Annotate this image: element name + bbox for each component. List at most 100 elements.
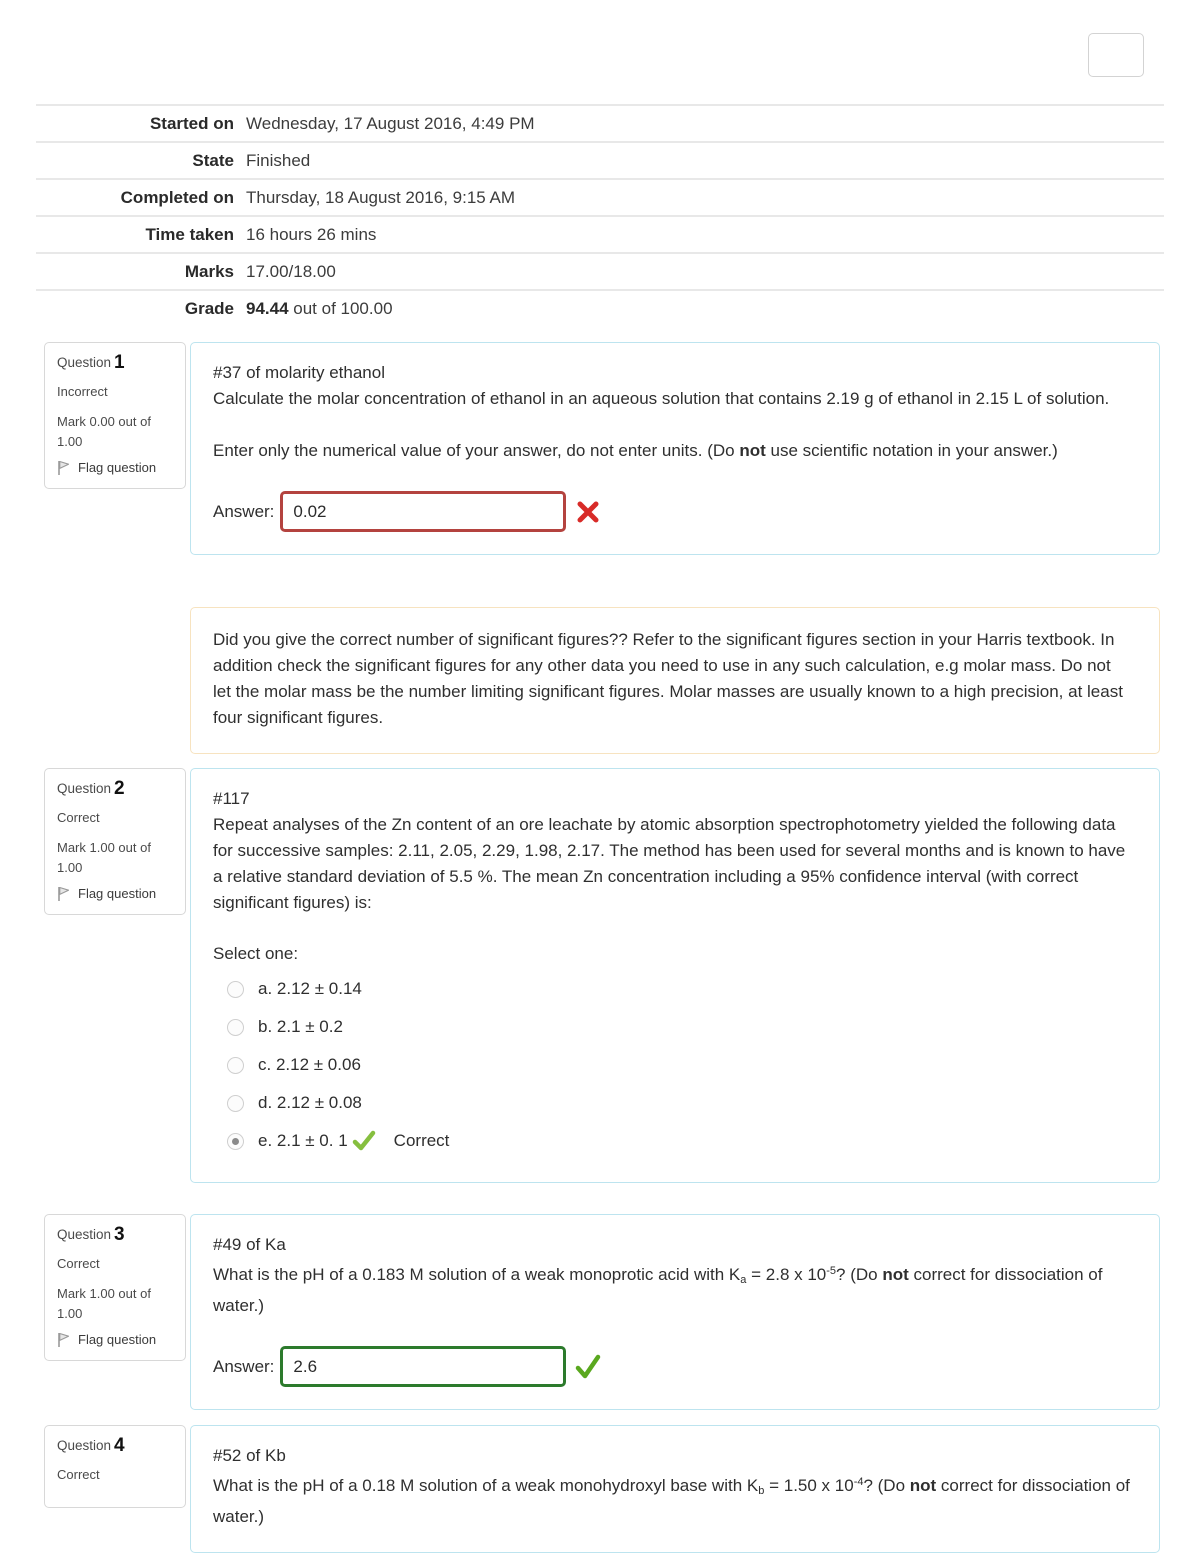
question-info-panel: Question 4 Correct xyxy=(44,1425,186,1508)
question-content: #49 of Ka What is the pH of a 0.183 M so… xyxy=(190,1214,1160,1410)
answer-label: Answer: xyxy=(213,1356,275,1376)
question-state: Correct xyxy=(57,1467,100,1482)
question-title: #37 of molarity ethanol xyxy=(213,363,385,382)
summary-value-grade: 94.44 out of 100.00 xyxy=(246,289,1164,326)
quiz-review-page: Started on Wednesday, 17 August 2016, 4:… xyxy=(0,0,1200,1553)
question-title: #52 of Kb xyxy=(213,1446,286,1465)
option-e[interactable]: e. 2.1 ± 0. 1 Correct xyxy=(213,1122,1137,1160)
summary-value: Thursday, 18 August 2016, 9:15 AM xyxy=(246,178,1164,216)
table-row: Started on Wednesday, 17 August 2016, 4:… xyxy=(36,104,1164,142)
summary-label: State xyxy=(36,141,246,179)
option-feedback: Correct xyxy=(393,1131,450,1150)
select-one-label: Select one: xyxy=(213,944,299,963)
answer-row: Answer: xyxy=(213,491,1137,532)
flag-icon xyxy=(58,886,70,901)
question-text: #117 Repeat analyses of the Zn content o… xyxy=(213,786,1137,916)
header-placeholder-box[interactable] xyxy=(1088,33,1144,77)
summary-label: Completed on xyxy=(36,178,246,216)
flag-icon xyxy=(58,460,70,475)
radio-button[interactable] xyxy=(227,980,244,998)
question-info-panel: Question 1 Incorrect Mark 0.00 out of 1.0… xyxy=(44,342,186,489)
option-b[interactable]: b. 2.1 ± 0.2 xyxy=(213,1008,1137,1046)
question-mark: Mark 0.00 out of 1.00 xyxy=(57,414,151,449)
body-emphasis: not xyxy=(882,1265,909,1284)
question-number-label: Question xyxy=(57,1227,112,1242)
question-body: Repeat analyses of the Zn content of an … xyxy=(213,815,1126,912)
option-label: c. 2.12 ± 0.06 xyxy=(258,1055,361,1074)
option-d[interactable]: d. 2.12 ± 0.08 xyxy=(213,1084,1137,1122)
summary-label: Grade xyxy=(36,289,246,326)
flag-question-button[interactable]: Flag question xyxy=(57,886,175,902)
question-number-value: 3 xyxy=(114,1224,125,1245)
question-number-label: Question xyxy=(57,1438,112,1453)
question-body: Calculate the molar concentration of eth… xyxy=(213,389,1110,408)
question-text: #37 of molarity ethanol Calculate the mo… xyxy=(213,360,1137,464)
question-info-panel: Question 2 Correct Mark 1.00 out of 1.00 … xyxy=(44,768,186,915)
flag-question-label: Flag question xyxy=(78,460,157,475)
question-number-value: 1 xyxy=(114,352,125,373)
question-1-feedback: Did you give the correct number of signi… xyxy=(190,607,1160,754)
instruction-emphasis: not xyxy=(739,441,766,460)
page-header xyxy=(0,0,1200,100)
question-mark: Mark 1.00 out of 1.00 xyxy=(57,840,151,875)
instruction-post: use scientific notation in your answer.) xyxy=(765,441,1058,460)
summary-value: Finished xyxy=(246,141,1164,179)
question-content: #117 Repeat analyses of the Zn content o… xyxy=(190,768,1160,1183)
incorrect-icon xyxy=(577,501,599,522)
radio-button[interactable] xyxy=(227,1056,244,1074)
body-post1: ? (Do xyxy=(863,1476,910,1495)
body-pre: What is the pH of a 0.18 M solution of a… xyxy=(213,1476,759,1495)
question-info-panel: Question 3 Correct Mark 1.00 out of 1.00 … xyxy=(44,1214,186,1361)
question-title: #117 xyxy=(213,789,250,808)
question-number: Question 1 xyxy=(57,352,175,373)
option-a[interactable]: a. 2.12 ± 0.14 xyxy=(213,970,1137,1008)
question-state: Correct xyxy=(57,810,100,825)
flag-question-button[interactable]: Flag question xyxy=(57,460,175,476)
body-mid: = 2.8 x 10 xyxy=(746,1265,827,1284)
correct-icon xyxy=(352,1130,375,1151)
summary-label: Marks xyxy=(36,252,246,290)
table-row: Marks 17.00/18.00 xyxy=(36,252,1164,290)
question-state: Correct xyxy=(57,1256,100,1271)
question-number: Question 3 xyxy=(57,1224,175,1245)
table-row: Completed on Thursday, 18 August 2016, 9… xyxy=(36,178,1164,216)
question-number-value: 2 xyxy=(114,778,125,799)
option-label: d. 2.12 ± 0.08 xyxy=(258,1093,362,1112)
question-number-label: Question xyxy=(57,355,112,370)
question-body: What is the pH of a 0.183 M solution of … xyxy=(213,1258,1137,1319)
question-body: What is the pH of a 0.18 M solution of a… xyxy=(213,1469,1137,1530)
attempt-summary-table: Started on Wednesday, 17 August 2016, 4:… xyxy=(36,104,1164,326)
radio-button[interactable] xyxy=(227,1094,244,1112)
body-post1: ? (Do xyxy=(836,1265,883,1284)
question-title: #49 of Ka xyxy=(213,1235,286,1254)
flag-question-label: Flag question xyxy=(78,1332,157,1347)
summary-label: Time taken xyxy=(36,215,246,253)
body-superscript: -5 xyxy=(826,1265,837,1277)
option-label: e. 2.1 ± 0. 1 xyxy=(258,1131,348,1150)
question-state: Incorrect xyxy=(57,384,108,399)
radio-button[interactable] xyxy=(227,1018,244,1036)
question-text: #49 of Ka What is the pH of a 0.183 M so… xyxy=(213,1232,1137,1319)
grade-value: 94.44 xyxy=(246,299,289,318)
answer-input[interactable] xyxy=(280,491,567,532)
summary-value: 17.00/18.00 xyxy=(246,252,1164,290)
question-instruction: Enter only the numerical value of your a… xyxy=(213,438,1137,464)
flag-question-button[interactable]: Flag question xyxy=(57,1332,175,1348)
body-mid: = 1.50 x 10 xyxy=(764,1476,854,1495)
option-label: b. 2.1 ± 0.2 xyxy=(258,1017,343,1036)
question-text: #52 of Kb What is the pH of a 0.18 M sol… xyxy=(213,1443,1137,1530)
instruction-pre: Enter only the numerical value of your a… xyxy=(213,441,740,460)
question-number: Question 2 xyxy=(57,778,175,799)
flag-icon xyxy=(58,1332,70,1347)
question-number-value: 4 xyxy=(114,1435,125,1456)
body-superscript: -4 xyxy=(853,1476,864,1488)
summary-label: Started on xyxy=(36,104,246,142)
question-content: #37 of molarity ethanol Calculate the mo… xyxy=(190,342,1160,555)
correct-icon xyxy=(576,1354,601,1378)
option-c[interactable]: c. 2.12 ± 0.06 xyxy=(213,1046,1137,1084)
summary-value: Wednesday, 17 August 2016, 4:49 PM xyxy=(246,104,1164,142)
answer-row: Answer: xyxy=(213,1346,1137,1387)
table-row: Grade 94.44 out of 100.00 xyxy=(36,289,1164,326)
radio-button-selected[interactable] xyxy=(227,1132,244,1150)
answer-input[interactable] xyxy=(280,1346,567,1387)
